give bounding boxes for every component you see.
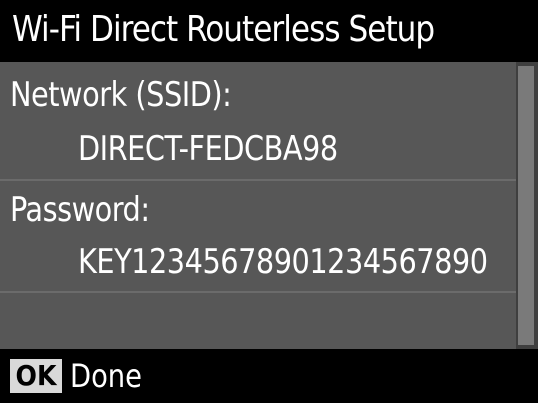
network-ssid-row: Network (SSID): DIRECT-FEDCBA98 — [0, 62, 516, 179]
title-bar: Wi-Fi Direct Routerless Setup — [0, 0, 538, 62]
network-ssid-label: Network (SSID): — [10, 75, 232, 115]
footer-bar: OK Done — [0, 349, 538, 403]
password-row: Password: KEY12345678901234567890 — [0, 179, 516, 291]
ok-button[interactable]: OK — [10, 359, 62, 393]
scrollbar[interactable] — [516, 62, 538, 349]
empty-row — [0, 291, 516, 349]
network-ssid-value: DIRECT-FEDCBA98 — [78, 129, 338, 169]
scrollbar-thumb[interactable] — [518, 66, 534, 345]
info-rows: Network (SSID): DIRECT-FEDCBA98 Password… — [0, 62, 516, 349]
screen-title: Wi-Fi Direct Routerless Setup — [12, 9, 435, 50]
printer-lcd-screen: Wi-Fi Direct Routerless Setup Network (S… — [0, 0, 538, 403]
info-panel: Network (SSID): DIRECT-FEDCBA98 Password… — [0, 62, 538, 349]
password-value: KEY12345678901234567890 — [78, 242, 488, 282]
done-label: Done — [70, 357, 142, 395]
password-label: Password: — [10, 190, 150, 230]
ok-button-label: OK — [15, 359, 57, 392]
